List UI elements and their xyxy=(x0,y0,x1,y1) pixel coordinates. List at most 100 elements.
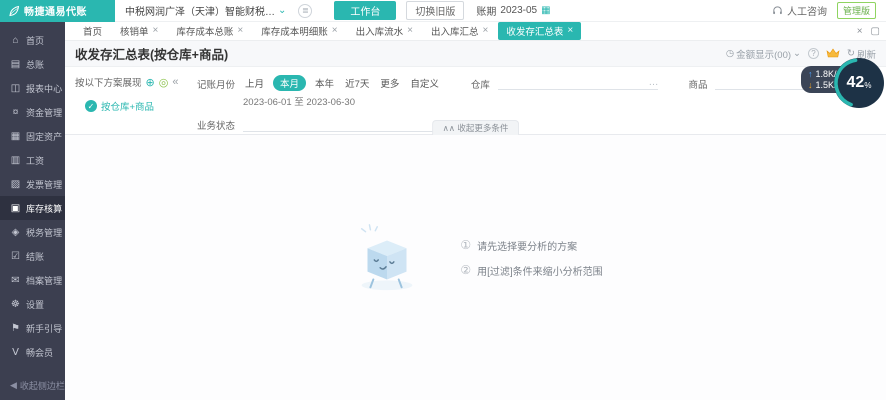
chevron-down-icon: ⌄ xyxy=(278,5,286,16)
sidebar-item-label: 新手引导 xyxy=(26,321,62,334)
sidebar-collapse-button[interactable]: ◀ 收起侧边栏 xyxy=(0,371,65,400)
tab-close-icon[interactable]: × xyxy=(332,26,338,36)
tab-close-icon[interactable]: × xyxy=(153,26,159,36)
period-pill-3[interactable]: 近7天 xyxy=(343,75,371,91)
period-pill-1[interactable]: 本月 xyxy=(273,75,306,91)
fullscreen-icon[interactable]: ▢ xyxy=(871,26,880,37)
tab-close-icon[interactable]: × xyxy=(407,26,413,36)
warehouse-label: 仓库 xyxy=(471,75,490,91)
headset-icon xyxy=(772,5,783,16)
tab-1[interactable]: 核销单 × xyxy=(112,22,166,40)
org-icon[interactable]: ≣ xyxy=(298,4,312,18)
tab-close-icon[interactable]: × xyxy=(482,26,488,36)
tab-label: 库存成本明细账 xyxy=(261,24,328,38)
customer-service-button[interactable]: 人工咨询 xyxy=(772,3,827,18)
tab-0[interactable]: 首页 xyxy=(75,22,110,40)
sidebar-item-13[interactable]: Ⅴ畅会员 xyxy=(0,340,65,364)
sidebar-item-11[interactable]: ☸设置 xyxy=(0,292,65,316)
warehouse-input[interactable]: … xyxy=(498,75,659,90)
sidebar-item-4[interactable]: ▦固定资产 xyxy=(0,124,65,148)
period-pill-group: 上月本月本年近7天更多自定义 xyxy=(243,75,441,91)
app-window: 畅捷通易代账 中税网润广泽（天津）智能财税服务有... ⌄ ≣ 工作台 切换旧版… xyxy=(0,0,886,400)
settings-icon: ☸ xyxy=(10,299,21,310)
topbar-right: 人工咨询 管理版 xyxy=(772,2,886,19)
report-content-area: ① 请先选择要分析的方案 ② 用[过滤]条件来缩小分析范围 xyxy=(65,135,886,400)
version-badge-button[interactable]: 管理版 xyxy=(837,2,876,19)
progress-value: 42 xyxy=(847,74,865,92)
tab-2[interactable]: 库存成本总账× xyxy=(168,22,251,40)
date-range-value[interactable]: 2023-06-01 至 2023-06-30 xyxy=(243,94,441,108)
period-pill-4[interactable]: 更多 xyxy=(378,75,401,91)
tab-close-icon[interactable]: × xyxy=(237,26,243,36)
sidebar-item-9[interactable]: ☑结账 xyxy=(0,244,65,268)
clock-icon: ◷ xyxy=(726,48,734,59)
tab-close-icon[interactable]: × xyxy=(567,26,573,36)
period-pill-0[interactable]: 上月 xyxy=(243,75,266,91)
scheme-item-warehouse-product[interactable]: ✓ 按仓库+商品 xyxy=(85,99,197,113)
inventory-icon: ▣ xyxy=(10,203,21,214)
sidebar-item-label: 档案管理 xyxy=(26,273,62,286)
amount-display-label: 金额显示(00) xyxy=(736,47,791,61)
app-logo-text: 畅捷通易代账 xyxy=(24,3,87,18)
bullet-1-icon: ① xyxy=(460,239,471,251)
sidebar-item-1[interactable]: ▤总账 xyxy=(0,52,65,76)
sidebar-item-7[interactable]: ▣ 库存核算 xyxy=(0,196,65,220)
sidebar-item-label: 税务管理 xyxy=(26,225,62,238)
filter-panel: 按以下方案展现 ⊕ ◎ « ✓ 按仓库+商品 记账月份 上月本月本年近7天更多 xyxy=(65,66,886,135)
help-icon[interactable]: ? xyxy=(808,48,819,59)
collapse-scheme-icon[interactable]: « xyxy=(172,76,178,88)
guide-icon: ⚑ xyxy=(10,323,21,334)
scheme-icon: ✓ xyxy=(85,100,97,112)
switch-old-version-button[interactable]: 切换旧版 xyxy=(406,1,464,20)
empty-hint-2-text: 用[过滤]条件来缩小分析范围 xyxy=(477,263,603,278)
sidebar-item-label: 资金管理 xyxy=(26,105,62,118)
progress-unit: % xyxy=(864,81,871,90)
sidebar-item-2[interactable]: ◫报表中心 xyxy=(0,76,65,100)
period-label: 账期 xyxy=(476,3,496,18)
empty-hint-2: ② 用[过滤]条件来缩小分析范围 xyxy=(460,263,602,278)
chevron-down-icon: ⌄ xyxy=(793,48,801,59)
progress-circle-widget[interactable]: 42 % xyxy=(832,56,886,110)
sidebar-item-5[interactable]: ▥工资 xyxy=(0,148,65,172)
scheme-panel: 按以下方案展现 ⊕ ◎ « ✓ 按仓库+商品 xyxy=(75,75,197,132)
accounting-period[interactable]: 账期 2023-05 ▦ xyxy=(476,3,550,18)
tab-tools: × ▢ xyxy=(857,26,880,37)
sidebar-item-3[interactable]: ¤资金管理 xyxy=(0,100,65,124)
collapse-more-label: 收起更多条件 xyxy=(457,123,508,133)
sidebar-item-6[interactable]: ▨发票管理 xyxy=(0,172,65,196)
member-icon: Ⅴ xyxy=(10,347,21,358)
period-value: 2023-05 xyxy=(500,5,537,16)
sidebar-item-0[interactable]: ⌂首页 xyxy=(0,28,65,52)
workbench-button[interactable]: 工作台 xyxy=(334,1,396,20)
tab-label: 出入库流水 xyxy=(356,24,404,38)
customer-service-label: 人工咨询 xyxy=(787,3,827,18)
collapse-more-button[interactable]: ∧∧ 收起更多条件 xyxy=(432,120,520,135)
amount-display-dropdown[interactable]: ◷ 金额显示(00) ⌄ xyxy=(726,47,801,61)
empty-box-illustration xyxy=(348,219,426,297)
period-pill-2[interactable]: 本年 xyxy=(313,75,336,91)
close-icon[interactable]: × xyxy=(857,26,863,37)
scheme-item-label: 按仓库+商品 xyxy=(101,99,154,113)
save-scheme-icon[interactable]: ◎ xyxy=(159,76,169,89)
topbar: 畅捷通易代账 中税网润广泽（天津）智能财税服务有... ⌄ ≣ 工作台 切换旧版… xyxy=(0,0,886,22)
sidebar-item-12[interactable]: ⚑ 新手引导 xyxy=(0,316,65,340)
sidebar-item-label: 库存核算 xyxy=(26,201,62,214)
tab-6[interactable]: 收发存汇总表× xyxy=(498,22,581,40)
ledger-icon: ▤ xyxy=(10,59,21,70)
company-selector[interactable]: 中税网润广泽（天津）智能财税服务有... ⌄ xyxy=(125,3,286,18)
archive-icon: ✉ xyxy=(10,275,21,286)
period-pill-5[interactable]: 自定义 xyxy=(408,75,441,91)
more-ellipsis-icon[interactable]: … xyxy=(648,77,658,88)
add-scheme-icon[interactable]: ⊕ xyxy=(146,76,155,89)
tab-4[interactable]: 出入库流水× xyxy=(348,22,421,40)
empty-hint-1-text: 请先选择要分析的方案 xyxy=(477,238,577,253)
title-row: 收发存汇总表(按仓库+商品) ◷ 金额显示(00) ⌄ ? ↻ 刷新 xyxy=(65,41,886,66)
sidebar: ⌂首页▤总账◫报表中心¤资金管理▦固定资产▥工资▨发票管理 ▣ 库存核算 ◈税务管理☑… xyxy=(0,22,65,400)
tab-label: 核销单 xyxy=(120,24,149,38)
sidebar-item-10[interactable]: ✉ 档案管理 xyxy=(0,268,65,292)
tab-3[interactable]: 库存成本明细账 × xyxy=(253,22,345,40)
page-title: 收发存汇总表(按仓库+商品) xyxy=(75,44,228,63)
tab-5[interactable]: 出入库汇总× xyxy=(423,22,496,40)
status-filter-label: 业务状态 xyxy=(197,116,235,132)
sidebar-item-8[interactable]: ◈税务管理 xyxy=(0,220,65,244)
